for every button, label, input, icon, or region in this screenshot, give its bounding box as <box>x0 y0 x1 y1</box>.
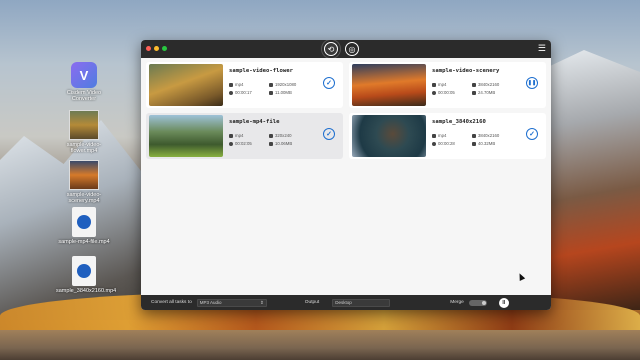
video-card[interactable]: sample-video-flower mp4 1920x1080 00:00:… <box>146 62 343 108</box>
format-info: mp4 <box>432 133 470 138</box>
video-file-thumbnail-icon <box>69 110 99 140</box>
format-info: mp4 <box>432 82 470 87</box>
desktop-icon-label: sample-video-scenery.mp4 <box>66 192 102 205</box>
resolution-icon <box>269 133 273 138</box>
wallpaper-mountain-right <box>540 50 640 310</box>
desktop-icon-file[interactable]: sample-video-flower.mp4 <box>56 110 112 155</box>
video-converter-app-icon: V <box>71 62 97 88</box>
quicktime-file-icon <box>72 256 96 286</box>
video-name: sample-video-flower <box>229 68 293 74</box>
clock-icon <box>432 141 436 146</box>
desktop-icon-file[interactable]: sample-video-scenery.mp4 <box>56 160 112 205</box>
merge-toggle[interactable] <box>468 299 487 306</box>
file-format-icon <box>229 82 233 87</box>
output-format-select[interactable]: MP3 Audio ⇕ <box>196 298 267 307</box>
zoom-window-button[interactable] <box>162 46 167 51</box>
video-card[interactable]: sample-mp4-file mp4 320x240 00:02:05 10.… <box>146 113 343 159</box>
bottom-toolbar: Convert all tasks to MP3 Audio ⇕ Output … <box>141 295 551 310</box>
file-format-icon <box>229 133 233 138</box>
desktop-icon-file[interactable]: sample_3840x2160.mp4 <box>56 256 117 294</box>
resolution-icon <box>269 82 273 87</box>
pause-icon[interactable]: ❚❚ <box>526 77 538 89</box>
resolution-info: 3840x2160 <box>472 82 512 87</box>
mode-tabs: ⟲ ◎ <box>324 42 359 56</box>
video-thumbnail <box>149 64 223 106</box>
completed-check-icon[interactable]: ✓ <box>526 128 538 140</box>
video-name: sample_3840x2160 <box>432 119 486 125</box>
size-info: 40.32MB <box>472 141 512 146</box>
resolution-icon <box>472 82 476 87</box>
clock-icon <box>229 141 233 146</box>
window-controls <box>146 46 167 51</box>
duration-info: 00:02:05 <box>229 141 267 146</box>
file-format-icon <box>432 133 436 138</box>
desktop-icon-label: sample_3840x2160.mp4 <box>56 288 117 294</box>
output-label: Output <box>304 300 320 305</box>
video-thumbnail <box>149 115 223 157</box>
output-format-value: MP3 Audio <box>199 300 222 305</box>
duration-info: 00:00:17 <box>229 90 267 95</box>
quicktime-file-icon <box>72 207 96 237</box>
clock-icon <box>432 90 436 95</box>
close-window-button[interactable] <box>146 46 151 51</box>
title-bar: ⟲ ◎ ☰ <box>141 40 551 58</box>
desktop-icon-app[interactable]: V Cisdem Video Converter <box>56 62 112 103</box>
file-size-icon <box>269 141 273 146</box>
resolution-info: 3840x2160 <box>472 133 512 138</box>
file-format-icon <box>432 82 436 87</box>
output-folder-value: Desktop <box>335 300 352 305</box>
file-size-icon <box>472 141 476 146</box>
desktop-icon-label: sample-mp4-file.mp4 <box>58 239 110 245</box>
desktop-icon-label: sample-video-flower.mp4 <box>66 142 102 155</box>
video-name: sample-mp4-file <box>229 119 280 125</box>
desktop-icon-file[interactable]: sample-mp4-file.mp4 <box>56 207 112 245</box>
completed-check-icon[interactable]: ✓ <box>323 128 335 140</box>
start-convert-button[interactable]: II <box>498 297 509 308</box>
resolution-info: 320x240 <box>269 133 309 138</box>
menu-icon[interactable]: ☰ <box>538 43 546 54</box>
size-info: 10.06MB <box>269 141 309 146</box>
video-file-thumbnail-icon <box>69 160 99 190</box>
video-thumbnail <box>352 115 426 157</box>
resolution-info: 1920x1080 <box>269 82 309 87</box>
output-folder-field[interactable]: Desktop <box>332 298 391 307</box>
merge-label: Merge <box>450 300 464 305</box>
duration-info: 00:00:28 <box>432 141 470 146</box>
size-info: 11.00MB <box>269 90 309 95</box>
format-info: mp4 <box>229 82 267 87</box>
task-list: sample-video-flower mp4 1920x1080 00:00:… <box>141 58 551 295</box>
video-card[interactable]: sample_3840x2160 mp4 3840x2160 00:00:28 … <box>349 113 546 159</box>
clock-icon <box>229 90 233 95</box>
desktop-icon-label: Cisdem Video Converter <box>66 90 102 103</box>
duration-info: 00:00:05 <box>432 90 470 95</box>
completed-check-icon[interactable]: ✓ <box>323 77 335 89</box>
video-card[interactable]: sample-video-scenery mp4 3840x2160 00:00… <box>349 62 546 108</box>
wallpaper-lake <box>0 330 640 360</box>
format-info: mp4 <box>229 133 267 138</box>
chevron-updown-icon: ⇕ <box>260 299 264 305</box>
resolution-icon <box>472 133 476 138</box>
convert-tab-icon[interactable]: ⟲ <box>324 42 338 56</box>
video-name: sample-video-scenery <box>432 68 500 74</box>
file-size-icon <box>269 90 273 95</box>
video-thumbnail <box>352 64 426 106</box>
size-info: 24.70MB <box>472 90 512 95</box>
minimize-window-button[interactable] <box>154 46 159 51</box>
dvd-rip-tab-icon[interactable]: ◎ <box>345 42 359 56</box>
app-window: ⟲ ◎ ☰ sample-video-flower mp4 1920x1080 … <box>141 40 551 310</box>
file-size-icon <box>472 90 476 95</box>
convert-all-label: Convert all tasks to <box>151 300 192 305</box>
